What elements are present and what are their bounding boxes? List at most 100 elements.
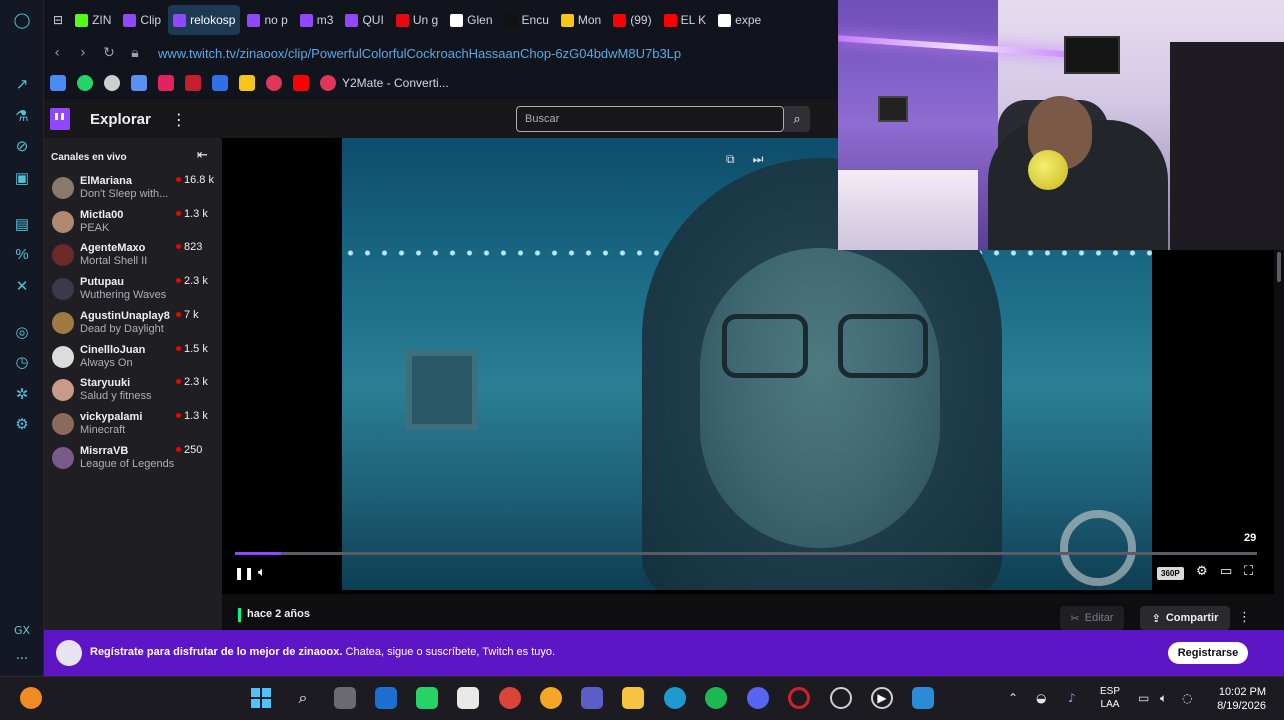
browser-tab[interactable]: Un g <box>391 5 443 35</box>
twitch-sidebar-icon[interactable]: ▤ <box>10 212 34 236</box>
tray-app-icon[interactable]: ◒ <box>1036 691 1046 705</box>
discord-icon[interactable] <box>747 687 769 709</box>
task-view-icon[interactable] <box>334 687 356 709</box>
pink-bookmark-icon[interactable] <box>266 75 282 91</box>
display-icon[interactable]: ▭ <box>1138 691 1149 705</box>
yellow-bookmark-icon[interactable] <box>239 75 255 91</box>
browser-tab[interactable]: m3 <box>295 5 339 35</box>
scroll-thumb[interactable] <box>1277 252 1281 282</box>
viewer-count: 250 <box>184 443 203 456</box>
clip-more-icon[interactable]: ⋮ <box>1238 610 1251 625</box>
fullscreen-icon[interactable]: ⛶ <box>1244 564 1253 579</box>
notepad-icon[interactable] <box>912 687 934 709</box>
channel-item[interactable]: CinellloJuan Always On 1.5 k <box>44 341 222 373</box>
collapse-sidebar-icon[interactable]: ⇤ <box>197 148 208 163</box>
edge-icon[interactable] <box>664 687 686 709</box>
windows-start-icon[interactable] <box>250 687 272 709</box>
channel-item[interactable]: Staryuuki Salud y fitness 2.3 k <box>44 374 222 406</box>
channel-item[interactable]: Putupau Wuthering Waves 2.3 k <box>44 273 222 305</box>
teams-icon[interactable] <box>581 687 603 709</box>
browser-tab[interactable]: no p <box>242 5 292 35</box>
tracker-icon[interactable]: ⊘ <box>10 134 34 158</box>
tab-controller-icon[interactable]: ⊟ <box>48 5 68 35</box>
chatgpt-bookmark-icon[interactable] <box>104 75 120 91</box>
channel-item[interactable]: AgenteMaxo Mortal Shell II 823 <box>44 239 222 271</box>
browser-tab[interactable]: expe <box>713 5 766 35</box>
docs-bookmark-icon[interactable] <box>50 75 66 91</box>
percent-icon[interactable]: % <box>10 242 34 266</box>
edit-button[interactable]: ✂ Editar <box>1060 606 1124 630</box>
cross-bookmark-icon[interactable] <box>158 75 174 91</box>
chrome-icon[interactable] <box>499 687 521 709</box>
player-icon[interactable]: ◎ <box>10 320 34 344</box>
settings-gear-icon[interactable]: ⚙ <box>1196 564 1208 579</box>
speed-dial-icon[interactable]: ↗ <box>10 72 34 96</box>
tv-bookmark-icon[interactable] <box>185 75 201 91</box>
youtube-icon <box>663 13 677 27</box>
progress-track[interactable] <box>235 552 1257 555</box>
pause-icon[interactable]: ❚❚ <box>234 566 254 580</box>
workspace-icon[interactable]: ⚗ <box>10 104 34 128</box>
media-player-icon[interactable]: ▶ <box>871 687 893 709</box>
volume-icon[interactable]: 🔈︎ <box>258 565 266 580</box>
spotify-icon[interactable] <box>705 687 727 709</box>
search-input[interactable]: Buscar <box>516 106 784 132</box>
browser-tab[interactable]: EL K <box>659 5 712 35</box>
share-button[interactable]: ⇪ Compartir <box>1140 606 1230 630</box>
obs-icon[interactable] <box>830 687 852 709</box>
browser-tab[interactable]: (99) <box>608 5 656 35</box>
more-menu-icon[interactable]: ⋮ <box>171 110 187 129</box>
channel-item[interactable]: ElMariana Don't Sleep with... 16.8 k <box>44 172 222 204</box>
browser-tab[interactable]: QUI <box>340 5 388 35</box>
system-clock[interactable]: 10:02 PM 8/19/2026 <box>1206 685 1266 713</box>
notifications-icon[interactable]: ◌ <box>1182 691 1192 705</box>
y2mate-bookmark[interactable]: Y2Mate - Converti... <box>320 75 449 91</box>
extensions-icon[interactable]: ✲ <box>10 382 34 406</box>
language-indicator[interactable]: ESP LAA <box>1100 685 1120 711</box>
page-scrollbar[interactable] <box>1274 250 1284 630</box>
search-taskbar-icon[interactable]: ⌕ <box>292 687 314 709</box>
browser-tab[interactable]: Mon <box>556 5 606 35</box>
twitch-logo-icon[interactable] <box>50 108 70 130</box>
browser-tab[interactable]: ZIN <box>70 5 116 35</box>
channel-item[interactable]: vickypalami Minecraft 1.3 k <box>44 408 222 440</box>
channel-item[interactable]: MisrraVB League of Legends 250 <box>44 442 222 474</box>
sidebar-more-icon[interactable]: ··· <box>0 652 44 667</box>
url-field[interactable]: www.twitch.tv/zinaoox/clip/PowerfulColor… <box>158 46 681 61</box>
a-bookmark-icon[interactable] <box>212 75 228 91</box>
translate-bookmark-icon[interactable] <box>131 75 147 91</box>
popout-icon[interactable]: ⧉ <box>726 152 735 167</box>
explore-link[interactable]: Explorar <box>90 111 151 128</box>
register-button[interactable]: Registrarse <box>1168 642 1248 664</box>
volume-tray-icon[interactable]: 🔈︎ <box>1160 691 1167 706</box>
tray-chevron-icon[interactable]: ⌃ <box>1008 691 1018 705</box>
forward-icon[interactable]: › <box>70 45 96 61</box>
microphone-icon[interactable]: ♪ <box>1068 691 1076 705</box>
whatsapp-taskbar-icon[interactable] <box>416 687 438 709</box>
search-icon[interactable]: ⌕ <box>784 106 810 132</box>
quality-badge[interactable]: 360P <box>1157 567 1184 580</box>
settings-icon[interactable]: ⚙ <box>10 412 34 436</box>
channel-item[interactable]: AgustinUnaplay8 Dead by Daylight 7 k <box>44 307 222 339</box>
youtube-bookmark-icon[interactable] <box>293 75 309 91</box>
store-icon[interactable] <box>457 687 479 709</box>
browser-tab[interactable]: Clip <box>118 5 166 35</box>
channel-item[interactable]: Mictla00 PEAK 1.3 k <box>44 206 222 238</box>
theatre-mode-icon[interactable]: ▭ <box>1220 564 1232 579</box>
x-twitter-icon[interactable]: ✕ <box>10 274 34 298</box>
opera-gx-taskbar-icon[interactable] <box>788 687 810 709</box>
weather-widget-icon[interactable] <box>20 687 42 709</box>
browser-tab[interactable]: Glen <box>445 5 497 35</box>
history-icon[interactable]: ◷ <box>10 350 34 374</box>
file-explorer-icon[interactable] <box>622 687 644 709</box>
browser-tab[interactable]: Encu <box>500 5 554 35</box>
skip-icon[interactable]: ⏭ <box>753 152 764 167</box>
stats-icon[interactable]: ▣ <box>10 166 34 190</box>
mail-icon[interactable] <box>375 687 397 709</box>
whatsapp-bookmark-icon[interactable] <box>77 75 93 91</box>
browser-tab[interactable]: relokosp <box>168 5 241 35</box>
reload-icon[interactable]: ↻ <box>96 45 122 61</box>
back-icon[interactable]: ‹ <box>44 45 70 61</box>
opera-menu-icon[interactable]: ◯ <box>10 8 34 32</box>
brave-icon[interactable] <box>540 687 562 709</box>
